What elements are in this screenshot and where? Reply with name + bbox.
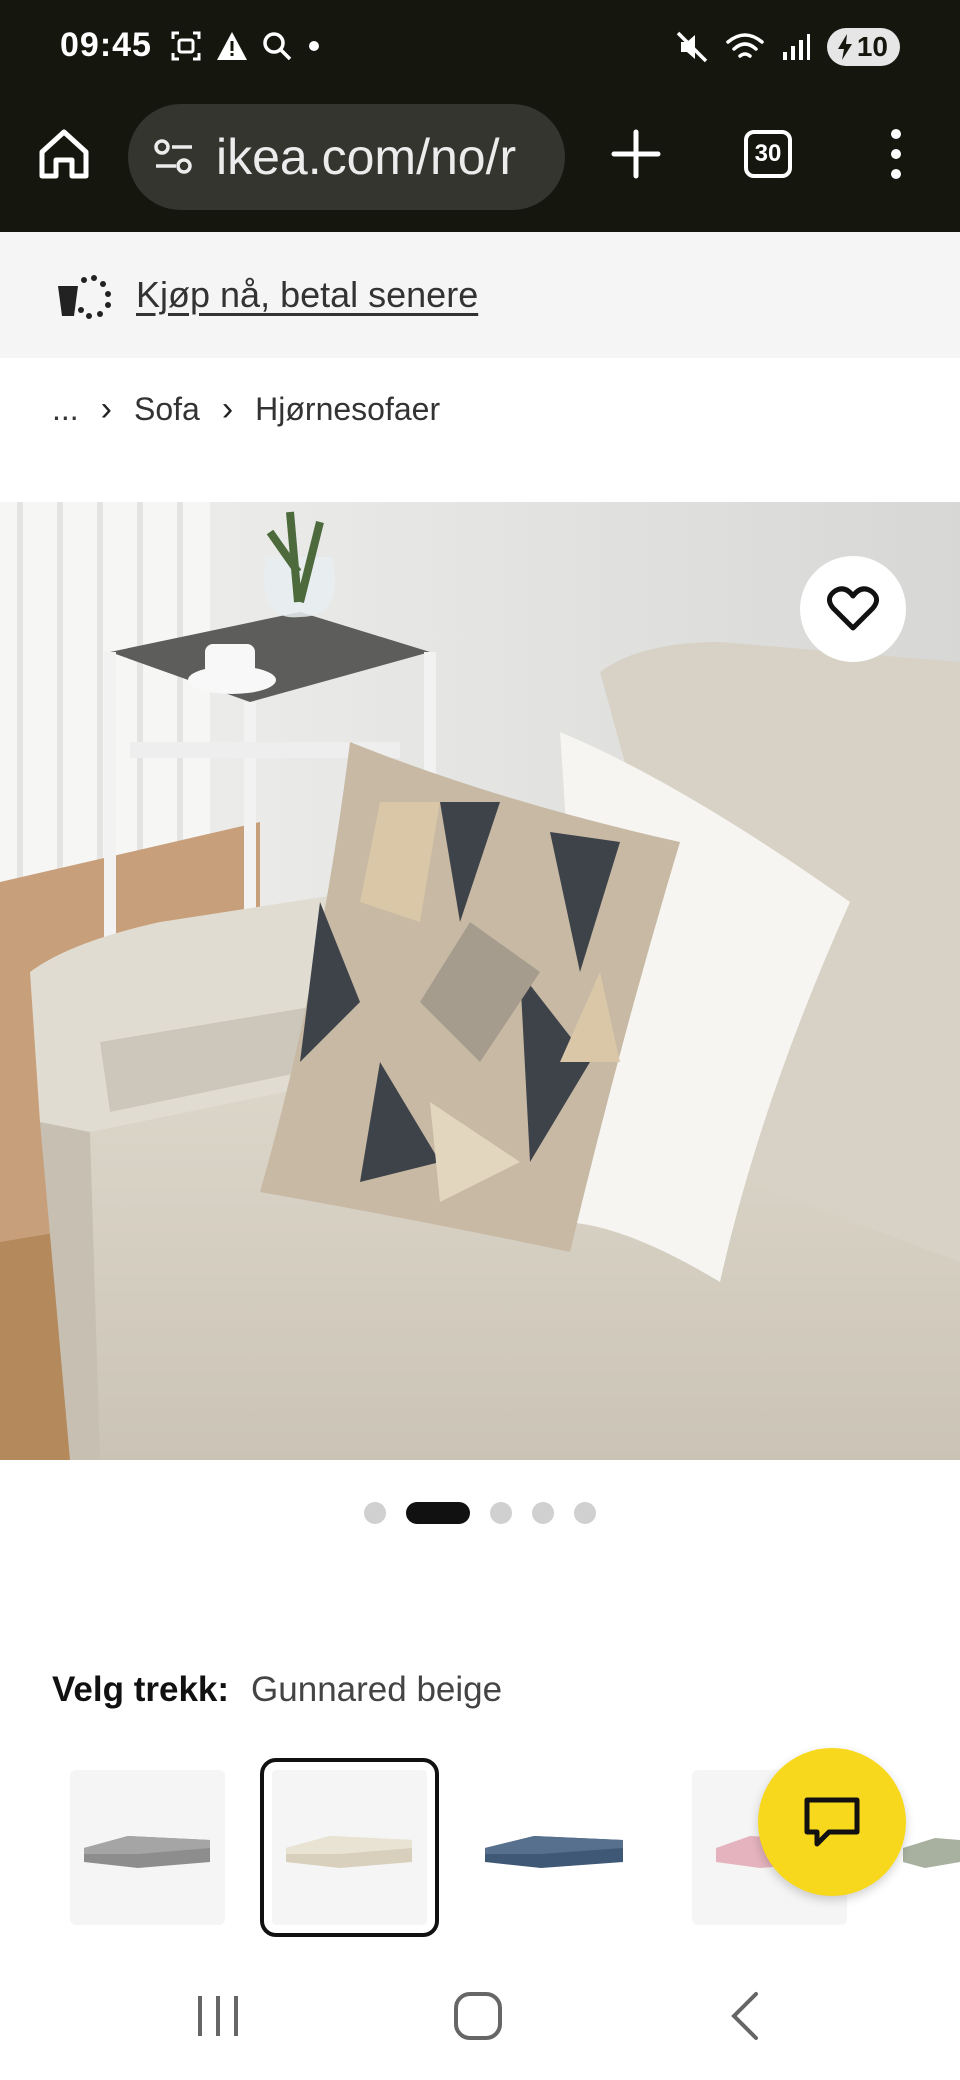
back-icon[interactable] [718, 1986, 778, 2046]
carousel-dot[interactable] [406, 1502, 470, 1524]
sofa-thumbnail [285, 1835, 412, 1868]
status-bar: 09:45 10 [0, 0, 960, 96]
payment-banner: Kjøp nå, betal senere [0, 232, 960, 358]
sofa-thumbnail [484, 1835, 623, 1868]
chat-icon [804, 1797, 860, 1847]
tab-switcher-button[interactable]: 30 [744, 130, 792, 178]
breadcrumb-sofa[interactable]: Sofa [134, 391, 200, 428]
cover-swatch-beige[interactable] [260, 1758, 439, 1937]
battery-indicator: 10 [826, 28, 900, 66]
carousel-dot[interactable] [532, 1502, 554, 1524]
breadcrumb: ... › Sofa › Hjørnesofaer [52, 390, 440, 429]
charging-icon [837, 34, 852, 60]
site-settings-icon[interactable] [152, 135, 196, 179]
cover-swatch-grey[interactable] [70, 1770, 225, 1925]
home-icon[interactable] [36, 126, 92, 182]
image-carousel-dots [0, 1502, 960, 1524]
tab-count: 30 [754, 140, 782, 167]
status-time: 09:45 [60, 26, 152, 64]
new-tab-icon[interactable] [608, 126, 664, 182]
chevron-right-icon: › [100, 390, 112, 428]
home-nav-icon[interactable] [448, 1986, 508, 2046]
cover-swatch-green[interactable] [895, 1770, 960, 1925]
url-text[interactable]: ikea.com/no/r [216, 128, 516, 186]
address-bar[interactable]: ikea.com/no/r [128, 104, 565, 210]
sofa-thumbnail [83, 1835, 210, 1868]
add-to-favorites-button[interactable] [800, 556, 906, 662]
mute-icon [676, 31, 708, 63]
carousel-dot[interactable] [574, 1502, 596, 1524]
cover-swatch-blue[interactable] [476, 1770, 631, 1925]
browser-toolbar: ikea.com/no/r 30 [0, 96, 960, 232]
breadcrumb-ellipsis[interactable]: ... [52, 391, 79, 428]
buy-now-pay-later-link[interactable]: Kjøp nå, betal senere [136, 274, 478, 316]
carousel-dot[interactable] [364, 1502, 386, 1524]
dot-icon [309, 41, 319, 51]
screenshot-icon [171, 31, 201, 61]
battery-level: 10 [856, 31, 888, 62]
status-icons-right: 10 [675, 28, 900, 66]
chevron-right-icon: › [221, 390, 234, 428]
recent-apps-icon[interactable] [188, 1986, 248, 2046]
payment-plan-icon [58, 275, 111, 319]
chat-button[interactable] [758, 1748, 906, 1896]
status-icons-left [170, 30, 322, 62]
cover-value: Gunnared beige [251, 1670, 503, 1709]
warning-icon [217, 32, 247, 60]
heart-icon [827, 586, 879, 631]
signal-icon [782, 34, 810, 60]
carousel-dot[interactable] [490, 1502, 512, 1524]
cover-label: Velg trekk: [52, 1670, 230, 1709]
search-icon [263, 32, 292, 61]
system-navigation-bar [0, 1950, 960, 2080]
more-menu-icon[interactable] [880, 126, 912, 182]
wifi-icon [726, 33, 764, 58]
breadcrumb-corner-sofas[interactable]: Hjørnesofaer [255, 391, 440, 428]
cover-selection: Velg trekk: Gunnared beige [52, 1670, 502, 1710]
